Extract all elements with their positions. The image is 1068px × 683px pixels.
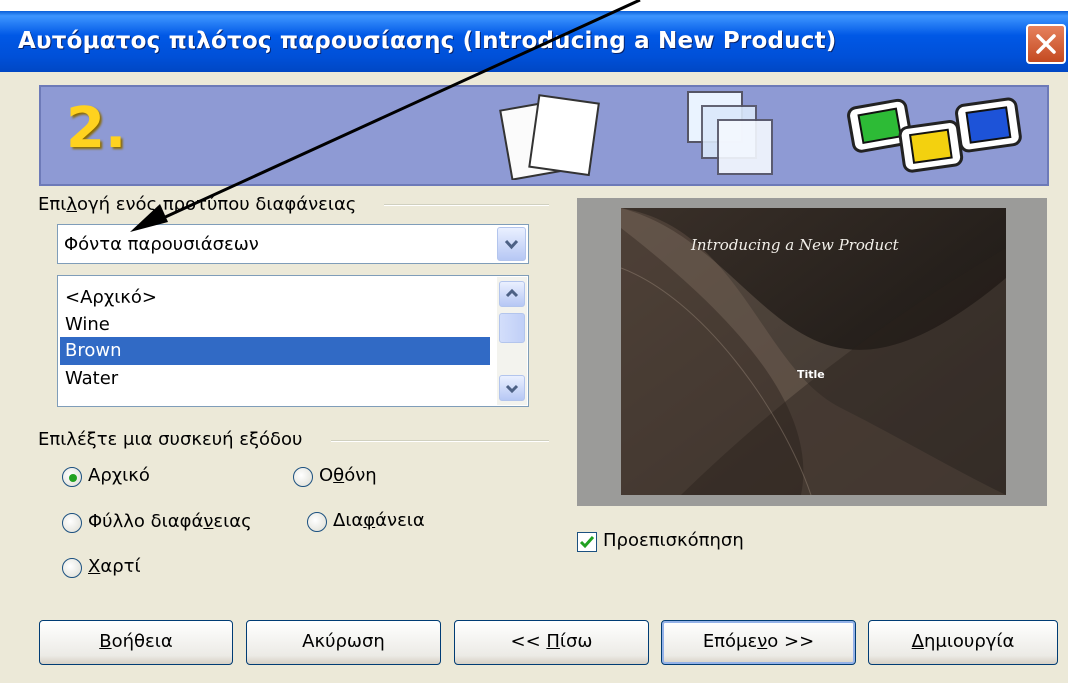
annotation-arrow	[130, 0, 641, 232]
